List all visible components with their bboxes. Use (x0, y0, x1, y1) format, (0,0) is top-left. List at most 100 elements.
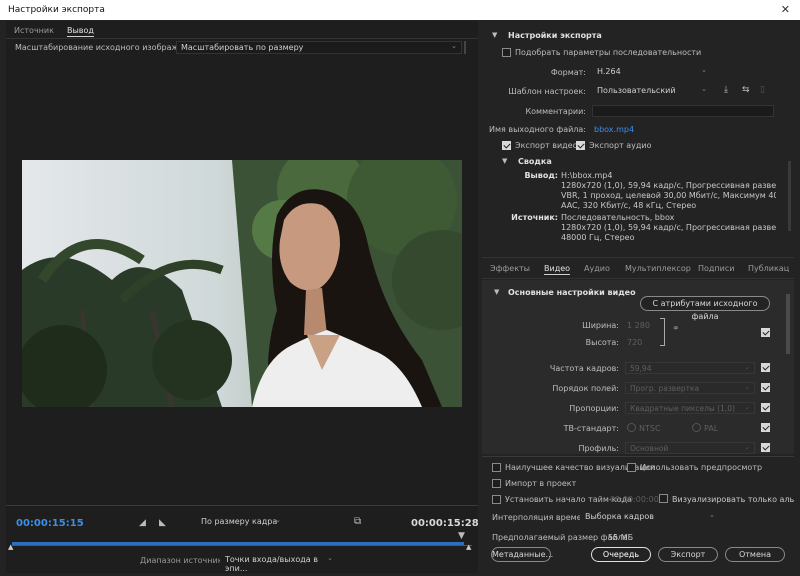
summary-source-line: Последовательность, bbox (561, 213, 675, 222)
est-size-value: 55 МБ (608, 533, 634, 542)
format-dropdown[interactable]: H.264 ⌄ (592, 65, 712, 78)
tab-multiplexer[interactable]: Мультиплексор (625, 264, 691, 273)
ntsc-radio[interactable] (627, 423, 636, 432)
width-height-checkbox[interactable] (761, 328, 770, 337)
scrollbar[interactable] (786, 294, 790, 354)
chevron-down-icon: ⌄ (275, 516, 281, 524)
frame-rate-value: 59,94 (630, 364, 652, 373)
import-project-checkbox[interactable] (492, 479, 501, 488)
import-project-label: Импорт в проект (505, 479, 577, 488)
source-range-label: Диапазон источника: (140, 556, 231, 565)
metadata-button[interactable]: Метаданные... (491, 547, 553, 562)
export-settings-title: Настройки экспорта (508, 31, 602, 40)
scaling-label: Масштабирование исходного изображения: (15, 43, 202, 52)
chevron-down-icon: ⌄ (701, 85, 707, 93)
aspect-dropdown[interactable]: Квадратные пикселы (1,0) ⌄ (625, 402, 755, 414)
tab-output[interactable]: Вывод (67, 26, 94, 37)
timeline-track (12, 545, 472, 546)
export-audio-label: Экспорт аудио (589, 141, 652, 150)
aspect-value: Квадратные пикселы (1,0) (630, 404, 735, 413)
frame-rate-checkbox[interactable] (761, 363, 770, 372)
video-preview (22, 160, 462, 407)
close-icon[interactable]: ✕ (781, 3, 790, 16)
max-render-quality-checkbox[interactable] (492, 463, 501, 472)
save-preset-icon[interactable]: ⤓ (724, 85, 728, 95)
format-value: H.264 (597, 67, 621, 76)
aspect-label: Пропорции: (569, 404, 619, 413)
playhead-icon[interactable]: ▼ (458, 531, 465, 541)
summary-source-line: 1280x720 (1,0), 59,94 кадр/с, Прогрессив… (561, 223, 776, 232)
tab-publish[interactable]: Публикац (748, 264, 789, 273)
match-sequence-checkbox[interactable] (502, 48, 511, 57)
chevron-down-icon: ⌄ (744, 383, 750, 391)
chevron-down-icon[interactable]: ▼ (502, 157, 507, 165)
timecode-current[interactable]: 00:00:15:15 (16, 518, 84, 529)
in-point-icon[interactable]: ▲ (8, 543, 13, 551)
link-bracket (660, 318, 665, 346)
height-value[interactable]: 720 (627, 338, 642, 347)
timecode-end: 00:00:15:28 (411, 518, 479, 529)
field-order-checkbox[interactable] (761, 383, 770, 392)
preview-pane: Источник Вывод Масштабирование исходного… (6, 21, 479, 573)
chevron-down-icon: ⌄ (744, 443, 750, 451)
width-label: Ширина: (582, 321, 619, 330)
summary-output-line: VBR, 1 проход, целевой 30,00 Мбит/с, Мак… (561, 191, 776, 200)
tab-audio[interactable]: Аудио (584, 264, 610, 273)
height-label: Высота: (585, 338, 619, 347)
chevron-down-icon: ⌄ (327, 554, 333, 562)
import-preset-icon[interactable]: ⇆ (742, 85, 750, 95)
scrollbar[interactable] (788, 161, 791, 231)
mark-in-icon[interactable]: ◢ (139, 518, 146, 528)
use-previews-checkbox[interactable] (627, 463, 636, 472)
export-button[interactable]: Экспорт (658, 547, 718, 562)
scaling-dropdown[interactable]: Масштабировать по размеру ⌄ (176, 41, 462, 54)
profile-dropdown[interactable]: Основной ⌄ (625, 442, 755, 454)
field-order-value: Прогр. развертка (630, 384, 700, 393)
out-point-icon[interactable]: ▲ (466, 543, 471, 551)
mark-out-icon[interactable]: ◣ (159, 518, 166, 528)
tab-captions[interactable]: Подписи (698, 264, 734, 273)
use-previews-label: Использовать предпросмотр (640, 463, 763, 472)
chevron-down-icon[interactable]: ▼ (494, 288, 499, 296)
export-audio-checkbox[interactable] (576, 141, 585, 150)
set-start-tc-checkbox[interactable] (492, 495, 501, 504)
width-value[interactable]: 1 280 (627, 321, 650, 330)
queue-button[interactable]: Очередь (591, 547, 651, 562)
render-alpha-label: Визуализировать только альфа-кана (672, 495, 794, 504)
tab-video[interactable]: Видео (544, 264, 571, 275)
settings-tabbar: Эффекты Видео Аудио Мультиплексор Подпис… (482, 257, 794, 279)
tab-effects[interactable]: Эффекты (490, 264, 530, 273)
preset-dropdown[interactable]: Пользовательский ⌄ (592, 84, 712, 97)
export-video-checkbox[interactable] (502, 141, 511, 150)
link-icon[interactable]: ⚭ (672, 324, 680, 334)
profile-checkbox[interactable] (761, 443, 770, 452)
video-frame-image (22, 160, 462, 407)
comments-label: Комментарии: (525, 107, 586, 116)
time-interp-dropdown[interactable]: Выборка кадров ⌄ (580, 510, 720, 523)
field-order-dropdown[interactable]: Прогр. развертка ⌄ (625, 382, 755, 394)
field-order-label: Порядок полей: (552, 384, 619, 393)
output-name-link[interactable]: bbox.mp4 (594, 125, 634, 134)
bottom-options: Наилучшее качество визуализации Использо… (482, 456, 794, 573)
crop-icon[interactable]: ⧉ (354, 516, 361, 527)
match-source-button[interactable]: С атрибутами исходного файла (640, 296, 770, 321)
render-alpha-checkbox[interactable] (659, 494, 668, 503)
frame-rate-dropdown[interactable]: 59,94 ⌄ (625, 362, 755, 374)
summary-source-line: 48000 Гц, Стерео (561, 233, 635, 242)
delete-preset-icon[interactable]: ▯ (760, 85, 765, 95)
fit-dropdown[interactable]: По размеру кадра ⌄ (196, 515, 286, 528)
pal-radio[interactable] (692, 423, 701, 432)
aspect-checkbox[interactable] (761, 403, 770, 412)
tv-standard-checkbox[interactable] (761, 423, 770, 432)
window-title: Настройки экспорта (8, 5, 105, 15)
cancel-button[interactable]: Отмена (725, 547, 785, 562)
start-tc-value[interactable]: 00:00:00:00 (610, 495, 659, 504)
profile-value: Основной (630, 444, 669, 453)
comments-input[interactable] (592, 105, 774, 117)
summary-output-line: 1280x720 (1,0), 59,94 кадр/с, Прогрессив… (561, 181, 776, 190)
tab-source[interactable]: Источник (14, 26, 54, 35)
ntsc-label: NTSC (639, 424, 661, 433)
source-range-dropdown[interactable]: Точки входа/выхода в эпи... ⌄ (220, 553, 338, 573)
chevron-down-icon[interactable]: ▼ (492, 31, 497, 39)
video-basic-title: Основные настройки видео (508, 288, 636, 297)
